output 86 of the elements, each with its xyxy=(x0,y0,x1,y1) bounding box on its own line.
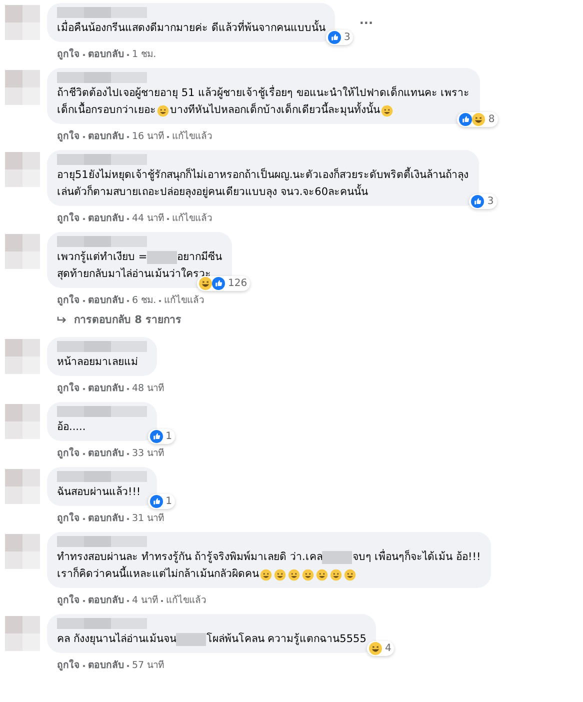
like-icon xyxy=(212,277,226,290)
grin-emoji-icon xyxy=(316,568,328,580)
action-link[interactable]: ตอบกลับ xyxy=(88,447,124,460)
comment-text: เมื่อคืนน้องกรีนแสดงดีมากมายค่ะ ดีแล้วที่พ้นจากคนแบบนั้น xyxy=(57,20,326,36)
blurred-avatar xyxy=(5,152,40,187)
laughing-emoji-icon xyxy=(369,642,382,655)
blurred-avatar xyxy=(5,534,40,569)
reply-arrow-icon xyxy=(57,316,67,324)
comment-text: ถ้าชีวิตต้องไปเจอผู้ชายอายุ 51 แล้วผู้ชายเจ้าชู้เรื่อยๆ ขอแนะนำให้ไปฟาดเด็กแทนคะ เพราะ xyxy=(57,85,470,101)
timestamp[interactable]: 33 นาที xyxy=(132,447,164,460)
comment-text: เราก็คิดว่าคนนี้แหละแต่ไม่กล้าเม้นกลัวผิดคน xyxy=(57,566,259,582)
like-icon xyxy=(328,31,341,44)
view-replies-link[interactable]: การตอบกลับ 8 รายการ xyxy=(74,311,182,328)
action-link[interactable]: ตอบกลับ xyxy=(88,382,124,395)
like-icon xyxy=(459,113,472,126)
timestamp[interactable]: 31 นาที xyxy=(132,512,164,525)
blurred-avatar xyxy=(5,404,40,439)
reaction-count[interactable]: 3 xyxy=(469,194,497,209)
action-link[interactable]: ตอบกลับ xyxy=(88,212,124,225)
blurred-text xyxy=(176,633,206,646)
comment-text: เด็กเนื้อกรอบกว่าเยอะ xyxy=(57,102,156,118)
comment-text: ฉันสอบผ่านแล้ว!!! xyxy=(57,485,141,500)
grin-emoji-icon xyxy=(344,568,356,580)
reaction-count[interactable]: 8 xyxy=(457,112,498,127)
reaction-count[interactable]: 4 xyxy=(367,641,394,656)
action-link[interactable]: ตอบกลับ xyxy=(88,48,124,61)
edited-label: แก้ไขแล้ว xyxy=(164,294,204,307)
edited-label: แก้ไขแล้ว xyxy=(172,212,212,225)
comment-text: เล่นตัวก็ตามสบายเถอะปล่อยลุงอยู่คนเดียวแบบลุง จนว.จะ60ละคนนั้น xyxy=(57,184,368,200)
timestamp[interactable]: 4 นาที xyxy=(132,594,158,607)
like-icon xyxy=(150,495,163,508)
action-link[interactable]: ถูกใจ xyxy=(57,447,80,460)
edited-label: แก้ไขแล้ว xyxy=(172,130,212,143)
laughing-emoji-icon xyxy=(472,113,486,126)
action-link[interactable]: ถูกใจ xyxy=(57,594,80,607)
timestamp[interactable]: 16 นาที xyxy=(132,130,164,143)
like-icon xyxy=(150,430,163,443)
action-link[interactable]: ถูกใจ xyxy=(57,659,80,672)
grin-emoji-icon xyxy=(288,568,300,580)
action-link[interactable]: ถูกใจ xyxy=(57,212,80,225)
like-icon xyxy=(471,195,484,208)
action-link[interactable]: ถูกใจ xyxy=(57,512,80,525)
action-link[interactable]: ตอบกลับ xyxy=(88,130,124,143)
action-link[interactable]: ตอบกลับ xyxy=(88,512,124,525)
comment-text: คล กังงยุนานไล่อ่านเม้นจน xyxy=(57,632,176,647)
action-link[interactable]: ตอบกลับ xyxy=(88,659,124,672)
timestamp[interactable]: 44 นาที xyxy=(132,212,164,225)
grin-emoji-icon xyxy=(260,568,272,580)
grin-emoji-icon xyxy=(274,568,286,580)
comment-text: เพวกรู้แต่ทำเงียบ = xyxy=(57,250,148,265)
timestamp[interactable]: 48 นาที xyxy=(132,382,164,395)
comment-text: บางทีหันไปหลอกเด็กบ้างเด็กเดียวนี้ละมุนทั้งนั้น xyxy=(170,102,380,118)
timestamp[interactable]: 6 ชม. xyxy=(132,294,156,307)
blurred-text xyxy=(322,551,352,564)
reaction-count[interactable]: 3 xyxy=(326,30,354,45)
action-link[interactable]: ตอบกลับ xyxy=(88,594,124,607)
grin-emoji-icon xyxy=(381,104,393,116)
grin-emoji-icon xyxy=(302,568,314,580)
comment-text: หน้าลอยมาเลยแม่ xyxy=(57,355,138,370)
action-link[interactable]: ถูกใจ xyxy=(57,294,80,307)
grin-emoji-icon xyxy=(157,104,169,116)
comment-text: โผล่พ้นโคลน ความรู้แตกฉาน5555 xyxy=(206,632,366,647)
timestamp[interactable]: 1 ชม. xyxy=(132,48,156,61)
action-link[interactable]: ถูกใจ xyxy=(57,382,80,395)
action-link[interactable]: ถูกใจ xyxy=(57,130,80,143)
comment-text: ทำทรงสอบผ่านละ ทำทรงรู้กัน ถ้ารู้จริงพิมพ์มาเลยดิ ว่า.เคล xyxy=(57,550,322,565)
action-link[interactable]: ถูกใจ xyxy=(57,48,80,61)
timestamp[interactable]: 57 นาที xyxy=(132,659,164,672)
action-link[interactable]: ตอบกลับ xyxy=(88,294,124,307)
reaction-count[interactable]: 1 xyxy=(148,429,175,444)
reaction-count[interactable]: 1 xyxy=(148,494,175,509)
blurred-avatar xyxy=(5,5,40,40)
more-options-button[interactable]: ··· xyxy=(359,16,374,30)
comment-text: อายุ51ยังไม่หยุดเจ้าชู้รักสนุกก็ไม่เอาหรอกถ้าเป็นผญ.นะตัวเองก็สวยระดับพริตตี้เงินล้านถ้าลุง xyxy=(57,167,469,183)
comment-text: อยากมีซีน xyxy=(177,250,222,265)
comment-text: อ้อ..... xyxy=(57,420,86,435)
reaction-count[interactable]: 126 xyxy=(197,276,250,291)
comment-text: จบๆ เพื่อนๆก็จะได้เม้น อ้อ!!! xyxy=(352,549,481,565)
blurred-avatar xyxy=(5,339,40,374)
blurred-avatar xyxy=(5,469,40,504)
edited-label: แก้ไขแล้ว xyxy=(166,594,206,607)
blurred-avatar xyxy=(5,234,40,269)
blurred-avatar xyxy=(5,616,40,651)
grin-emoji-icon xyxy=(330,568,342,580)
blurred-avatar xyxy=(5,70,40,105)
blurred-text xyxy=(147,251,178,264)
